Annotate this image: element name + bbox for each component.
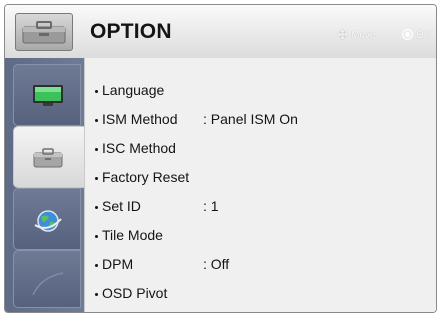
menu-item-label: Tile Mode bbox=[102, 227, 163, 243]
toolbox-icon bbox=[33, 148, 63, 168]
menu-item-label: DPM bbox=[102, 256, 134, 272]
bullet-icon bbox=[95, 205, 98, 209]
toolbox-icon bbox=[15, 13, 73, 51]
tab-option[interactable] bbox=[13, 126, 85, 188]
menu-item-value: : 1 bbox=[203, 198, 219, 214]
menu-item-value: : Panel ISM On bbox=[203, 111, 298, 127]
menu-item-label: Language bbox=[102, 82, 165, 98]
menu-item-ism-method[interactable]: ISM Method : Panel ISM On bbox=[95, 111, 298, 133]
menu-list: Language ISM Method : Panel ISM On ISC M… bbox=[84, 58, 436, 312]
tab-network[interactable] bbox=[13, 188, 81, 250]
menu-item-dpm[interactable]: DPM : Off bbox=[95, 256, 229, 278]
ok-hint-label: OK bbox=[416, 30, 431, 41]
menu-item-isc-method[interactable]: ISC Method bbox=[95, 140, 176, 162]
tab-blank[interactable] bbox=[13, 250, 81, 308]
move-hint: Move bbox=[336, 28, 376, 41]
page-title: OPTION bbox=[90, 20, 172, 43]
ok-button-icon bbox=[402, 29, 413, 40]
menu-item-set-id[interactable]: Set ID : 1 bbox=[95, 198, 219, 220]
menu-item-tile-mode[interactable]: Tile Mode bbox=[95, 227, 163, 249]
menu-item-label: Set ID bbox=[102, 198, 141, 214]
menu-item-factory-reset[interactable]: Factory Reset bbox=[95, 169, 189, 191]
monitor-icon bbox=[33, 85, 63, 106]
bullet-icon bbox=[95, 234, 98, 238]
bullet-icon bbox=[95, 176, 98, 180]
sidebar bbox=[5, 58, 85, 312]
blank-tab-icon bbox=[32, 272, 64, 296]
ok-hint: OK bbox=[402, 29, 430, 41]
menu-item-value: : Off bbox=[203, 256, 230, 272]
bullet-icon bbox=[95, 147, 98, 151]
osd-window: OPTION Move OK Language ISM Method: Pan… bbox=[4, 4, 437, 313]
tab-picture[interactable] bbox=[13, 64, 81, 126]
menu-item-language[interactable]: Language bbox=[95, 82, 164, 104]
move-arrows-icon bbox=[336, 28, 349, 41]
menu-item-label: ISC Method bbox=[102, 140, 176, 156]
menu-item-osd-pivot[interactable]: OSD Pivot bbox=[95, 285, 167, 307]
bullet-icon bbox=[95, 292, 98, 296]
bullet-icon bbox=[95, 89, 98, 93]
move-hint-label: Move bbox=[351, 30, 376, 41]
menu-item-label: OSD Pivot bbox=[102, 285, 168, 301]
network-globe-icon bbox=[34, 210, 62, 232]
header-bar: OPTION Move OK bbox=[5, 5, 436, 59]
bullet-icon bbox=[95, 118, 98, 122]
menu-item-label: Factory Reset bbox=[102, 169, 190, 185]
bullet-icon bbox=[95, 263, 98, 267]
menu-item-label: ISM Method bbox=[102, 111, 178, 127]
